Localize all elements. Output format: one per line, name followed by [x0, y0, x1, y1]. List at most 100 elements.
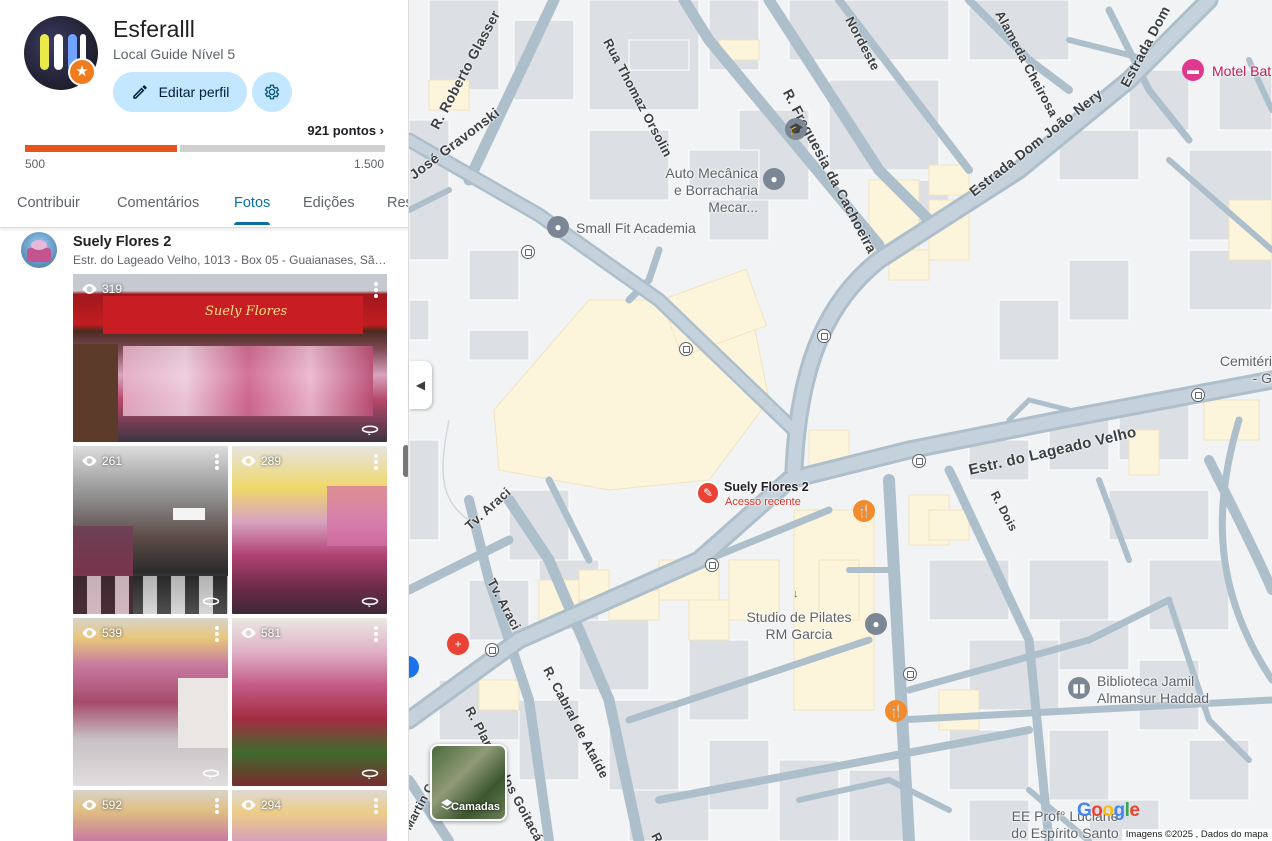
google-logo: Google	[1077, 800, 1140, 821]
eye-icon	[241, 628, 256, 638]
view-count-value: 592	[102, 798, 123, 812]
360-photo-icon	[202, 769, 220, 780]
360-photo-icon	[361, 769, 379, 780]
photo-tile[interactable]: 539	[73, 618, 228, 786]
view-count: 289	[240, 454, 281, 468]
map-canvas[interactable]: R. Roberto Glasser Rua Thomaz Orsolin R.…	[409, 0, 1272, 841]
eye-icon	[82, 628, 97, 638]
more-options-icon[interactable]	[374, 454, 378, 470]
view-count-value: 581	[261, 626, 282, 640]
photo-tile[interactable]: 592	[73, 790, 228, 841]
points-link[interactable]: 921 pontos ›	[307, 123, 384, 138]
view-count: 581	[240, 626, 281, 640]
poi-label-library[interactable]: Biblioteca Jamil Almansur Haddad	[1097, 673, 1209, 707]
poi-label-motel[interactable]: Motel Bat	[1212, 63, 1271, 79]
place-thumbnail[interactable]	[21, 232, 57, 268]
poi-label-small-fit[interactable]: Small Fit Academia	[576, 220, 696, 236]
poi-label-cemetery[interactable]: Cemitéri - G	[1219, 353, 1272, 387]
bus-stop-icon[interactable]	[705, 558, 719, 572]
pilates-place-icon[interactable]: ●	[865, 613, 887, 635]
points-label: 921 pontos	[307, 123, 377, 138]
view-count: 539	[81, 626, 122, 640]
more-options-icon[interactable]	[374, 626, 378, 642]
photo-tile[interactable]: 289	[232, 446, 387, 614]
photo-tile[interactable]: 261	[73, 446, 228, 614]
profile-name: Esferalll	[113, 16, 195, 42]
points-progress-gap	[176, 145, 180, 152]
tab-more[interactable]: Res	[387, 195, 408, 211]
view-count: 294	[240, 798, 281, 812]
360-photo-icon	[202, 597, 220, 608]
active-tab-indicator	[234, 222, 270, 225]
points-min: 500	[25, 157, 46, 171]
local-guide-star-icon: ★	[68, 58, 96, 86]
eye-icon	[82, 800, 97, 810]
maps-app: ★ Esferalll Local Guide Nível 5 Editar p…	[0, 0, 1272, 841]
view-count-value: 294	[261, 798, 282, 812]
360-photo-icon	[361, 597, 379, 608]
eye-icon	[82, 284, 97, 294]
map-base-layer	[409, 0, 1272, 841]
selected-place-label[interactable]: Suely Flores 2	[724, 480, 809, 494]
collapse-panel-button[interactable]: ◀	[409, 361, 432, 409]
bus-stop-icon[interactable]	[679, 342, 693, 356]
view-count: 261	[81, 454, 122, 468]
place-name[interactable]: Suely Flores 2	[73, 234, 171, 250]
bus-stop-icon[interactable]	[521, 245, 535, 259]
shop-sign-art: Suely Flores	[205, 304, 288, 319]
photo-tile[interactable]: Suely Flores 319	[73, 274, 387, 442]
one-way-arrow-icon: ↓	[793, 588, 799, 600]
pencil-icon	[132, 85, 147, 99]
view-count-value: 261	[102, 454, 123, 468]
more-options-icon[interactable]	[215, 798, 219, 814]
map-attribution[interactable]: Imagens ©2025 , Dados do mapa	[1121, 829, 1272, 841]
edit-profile-button[interactable]: Editar perfil	[113, 72, 247, 112]
more-options-icon[interactable]	[374, 798, 378, 814]
bus-stop-icon[interactable]	[1191, 388, 1205, 402]
view-count: 592	[81, 798, 122, 812]
contribution-tabs: Contribuir Comentários Fotos Edições Res	[0, 182, 408, 228]
poi-label-auto-mecanica[interactable]: Auto Mecânica e Borracharia Mecar...	[622, 165, 758, 216]
library-icon[interactable]: ▮▮	[1068, 677, 1090, 699]
points-max: 1.500	[353, 157, 384, 171]
school-icon[interactable]: 🎓	[785, 118, 807, 140]
place-address: Estr. do Lageado Velho, 1013 - Box 05 - …	[73, 253, 389, 267]
more-options-icon[interactable]	[215, 454, 219, 470]
view-count-value: 289	[261, 454, 282, 468]
photo-tile[interactable]: 294	[232, 790, 387, 841]
restaurant-icon[interactable]: 🍴	[885, 700, 907, 722]
gear-icon	[264, 84, 280, 100]
eye-icon	[241, 800, 256, 810]
view-count-value: 539	[102, 626, 123, 640]
profile-level: Local Guide Nível 5	[113, 46, 236, 62]
view-count-value: 319	[102, 282, 123, 296]
bus-stop-icon[interactable]	[912, 454, 926, 468]
contributions-panel: ★ Esferalll Local Guide Nível 5 Editar p…	[0, 0, 409, 841]
layers-button[interactable]: Camadas	[430, 744, 507, 821]
more-options-icon[interactable]	[215, 626, 219, 642]
tab-photos[interactable]: Fotos	[234, 195, 270, 211]
points-progress-bar	[25, 145, 385, 152]
tab-edits[interactable]: Edições	[303, 195, 355, 211]
place-icon[interactable]: ●	[763, 168, 785, 190]
settings-button[interactable]	[252, 72, 292, 112]
photo-tile[interactable]: 581	[232, 618, 387, 786]
bus-stop-icon[interactable]	[485, 643, 499, 657]
bus-stop-icon[interactable]	[817, 329, 831, 343]
layers-label: Camadas	[451, 801, 500, 813]
gym-place-icon[interactable]: ●	[547, 216, 569, 238]
poi-label-pilates[interactable]: Studio de Pilates RM Garcia	[740, 609, 858, 643]
selected-place-pin-icon[interactable]: ✎	[696, 481, 720, 505]
360-photo-icon	[361, 425, 379, 436]
eye-icon	[82, 456, 97, 466]
tab-contribute[interactable]: Contribuir	[17, 195, 80, 211]
selected-place-sublabel: Acesso recente	[725, 496, 801, 508]
more-options-icon[interactable]	[374, 282, 378, 298]
view-count: 319	[81, 282, 122, 296]
tab-reviews[interactable]: Comentários	[117, 195, 199, 211]
bus-stop-icon[interactable]	[903, 667, 917, 681]
restaurant-icon[interactable]: 🍴	[853, 500, 875, 522]
eye-icon	[241, 456, 256, 466]
hospital-icon[interactable]: +	[447, 633, 469, 655]
motel-icon[interactable]: ▬	[1182, 59, 1204, 81]
